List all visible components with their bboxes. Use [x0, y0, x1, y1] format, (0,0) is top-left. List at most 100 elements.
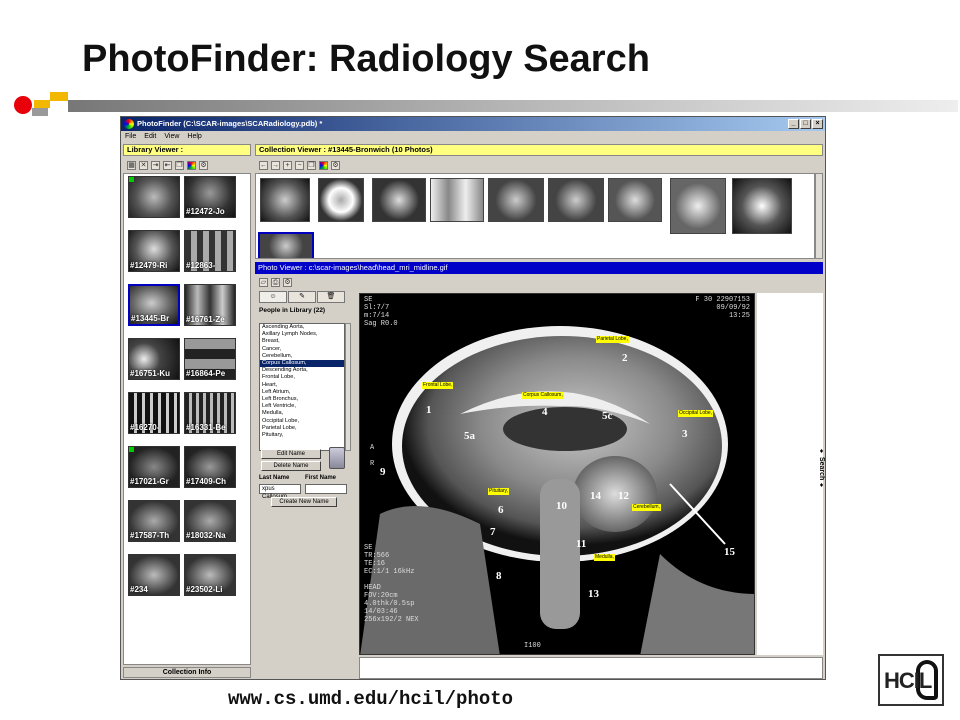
list-item[interactable]: Left Atrium, — [260, 389, 344, 396]
label-corpus-callosum[interactable]: Corpus Callosum, — [522, 392, 564, 399]
collection-thumb[interactable] — [488, 178, 544, 222]
open-folder-icon[interactable]: ▱ — [259, 277, 268, 287]
library-thumb[interactable]: #17409-Ch — [184, 446, 236, 488]
grid-view-icon[interactable]: ▦ — [127, 160, 136, 170]
library-thumb[interactable]: #23502-Li — [184, 554, 236, 596]
menu-edit[interactable]: Edit — [144, 131, 156, 143]
people-list-scrollbar[interactable] — [345, 323, 351, 451]
create-new-name-button[interactable]: Create New Name — [271, 497, 337, 507]
last-name-field[interactable]: xpus Callosum — [259, 484, 301, 500]
collection-thumb[interactable] — [732, 178, 792, 234]
menu-file[interactable]: File — [125, 131, 136, 143]
structure-number: 6 — [498, 504, 504, 516]
label-parietal-lobe[interactable]: Parietal Lobe, — [596, 336, 629, 343]
list-item[interactable]: Cerebellum, — [260, 353, 344, 360]
label-medulla[interactable]: Medulla, — [594, 554, 615, 561]
people-list[interactable]: Ascending Aorta, Axillary Lymph Nodes, B… — [259, 323, 345, 451]
library-thumb[interactable] — [128, 176, 180, 218]
list-item[interactable]: Axillary Lymph Nodes, — [260, 331, 344, 338]
library-thumb[interactable]: #12472-Jo — [184, 176, 236, 218]
library-thumb[interactable]: #16751-Ku — [128, 338, 180, 380]
copy-icon[interactable]: ❐ — [307, 160, 316, 170]
list-item[interactable]: Left Ventricle, — [260, 403, 344, 410]
color-icon[interactable] — [187, 160, 196, 170]
tab-people[interactable]: ☺ — [259, 291, 287, 303]
collection-info-button[interactable]: Collection Info — [123, 667, 251, 678]
window-titlebar[interactable]: PhotoFinder (C:\SCAR-images\SCARadiology… — [121, 117, 825, 131]
print-icon[interactable]: ⎙ — [271, 277, 280, 287]
list-item[interactable]: Medulla, — [260, 410, 344, 417]
label-pituitary[interactable]: Pituitary, — [488, 488, 510, 495]
export-icon[interactable]: ⇤ — [163, 160, 172, 170]
collection-scrollbar[interactable] — [815, 173, 823, 259]
library-thumb[interactable]: #234 — [128, 554, 180, 596]
copy-icon[interactable]: ❐ — [175, 160, 184, 170]
zoom-out-icon[interactable]: − — [295, 160, 304, 170]
library-thumb[interactable]: #16864-Pe — [184, 338, 236, 380]
label-occipital-lobe[interactable]: Occipital Lobe, — [678, 410, 714, 417]
minimize-button[interactable]: _ — [788, 119, 799, 129]
library-thumb[interactable]: #12479-Ri — [128, 230, 180, 272]
delete-icon[interactable]: ✕ — [139, 160, 148, 170]
thumb-label: #23502-Li — [186, 585, 223, 594]
photofinder-window: PhotoFinder (C:\SCAR-images\SCARadiology… — [120, 116, 826, 680]
trash-can-icon[interactable] — [329, 447, 345, 469]
collection-thumb[interactable] — [260, 178, 310, 222]
thumb-label: #17021-Gr — [130, 477, 169, 486]
settings-icon[interactable]: ⚙ — [283, 277, 292, 287]
collection-thumb[interactable] — [670, 178, 726, 234]
library-thumb[interactable]: #16331-Be — [184, 392, 236, 434]
library-thumb[interactable]: #12863- — [184, 230, 236, 272]
library-thumb[interactable]: #18032-Na — [184, 500, 236, 542]
thumb-label: #16331-Be — [186, 423, 226, 432]
tab-delete[interactable]: 🗑 — [317, 291, 345, 303]
search-panel-toggle[interactable]: ♦ Search ♦ — [813, 369, 825, 569]
library-thumb[interactable]: #17587-Th — [128, 500, 180, 542]
list-item[interactable]: Ascending Aorta, — [260, 324, 344, 331]
delete-name-button[interactable]: Delete Name — [261, 461, 321, 471]
color-icon[interactable] — [319, 160, 328, 170]
settings-icon[interactable]: ⚙ — [199, 160, 208, 170]
structure-number: 5a — [464, 430, 475, 442]
label-cerebellum[interactable]: Cerebellum, — [632, 504, 661, 511]
mri-info-top-right: F 30 22907153 09/09/92 13:25 — [695, 296, 750, 320]
library-thumb[interactable]: #16761-Ze — [184, 284, 236, 326]
list-item[interactable]: Heart, — [260, 382, 344, 389]
collection-thumb[interactable] — [608, 178, 662, 222]
edit-name-button[interactable]: Edit Name — [261, 449, 321, 459]
list-item[interactable]: Occipital Lobe, — [260, 418, 344, 425]
label-frontal-lobe[interactable]: Frontal Lobe, — [422, 382, 454, 389]
tab-annotations[interactable]: ✎ — [288, 291, 316, 303]
list-item[interactable]: Pituitary, — [260, 432, 344, 439]
list-item-selected[interactable]: Corpus Callosum, — [260, 360, 344, 368]
collection-thumb[interactable] — [548, 178, 604, 222]
list-item[interactable]: Parietal Lobe, — [260, 425, 344, 432]
first-name-field[interactable] — [305, 484, 347, 494]
mri-image[interactable]: SE Sl:7/7 m:7/14 Sag R0.0 F 30 22907153 … — [359, 293, 755, 655]
forward-arrow-icon[interactable]: → — [271, 160, 280, 170]
settings-icon[interactable]: ⚙ — [331, 160, 340, 170]
library-thumb[interactable]: #17021-Gr — [128, 446, 180, 488]
list-item[interactable]: Descending Aorta, — [260, 367, 344, 374]
list-item[interactable]: Left Bronchus, — [260, 396, 344, 403]
collection-thumb[interactable] — [318, 178, 364, 222]
maximize-button[interactable]: □ — [800, 119, 811, 129]
photo-caption-area[interactable] — [359, 657, 823, 679]
menubar: File Edit View Help — [121, 131, 825, 143]
collection-thumb[interactable] — [430, 178, 484, 222]
collection-toolbar: ← → + − ❐ ⚙ — [255, 158, 823, 172]
close-button[interactable]: × — [812, 119, 823, 129]
menu-help[interactable]: Help — [187, 131, 201, 143]
list-item[interactable]: Cancer, — [260, 346, 344, 353]
collection-thumb[interactable] — [258, 232, 314, 258]
zoom-in-icon[interactable]: + — [283, 160, 292, 170]
import-icon[interactable]: ⇥ — [151, 160, 160, 170]
list-item[interactable]: Frontal Lobe, — [260, 374, 344, 381]
list-item[interactable]: Breast, — [260, 338, 344, 345]
library-thumb[interactable]: #13445-Br — [128, 284, 180, 326]
back-arrow-icon[interactable]: ← — [259, 160, 268, 170]
collection-thumb[interactable] — [372, 178, 426, 222]
thumb-label: #16751-Ku — [130, 369, 171, 378]
library-thumb[interactable]: #16270- — [128, 392, 180, 434]
menu-view[interactable]: View — [164, 131, 179, 143]
